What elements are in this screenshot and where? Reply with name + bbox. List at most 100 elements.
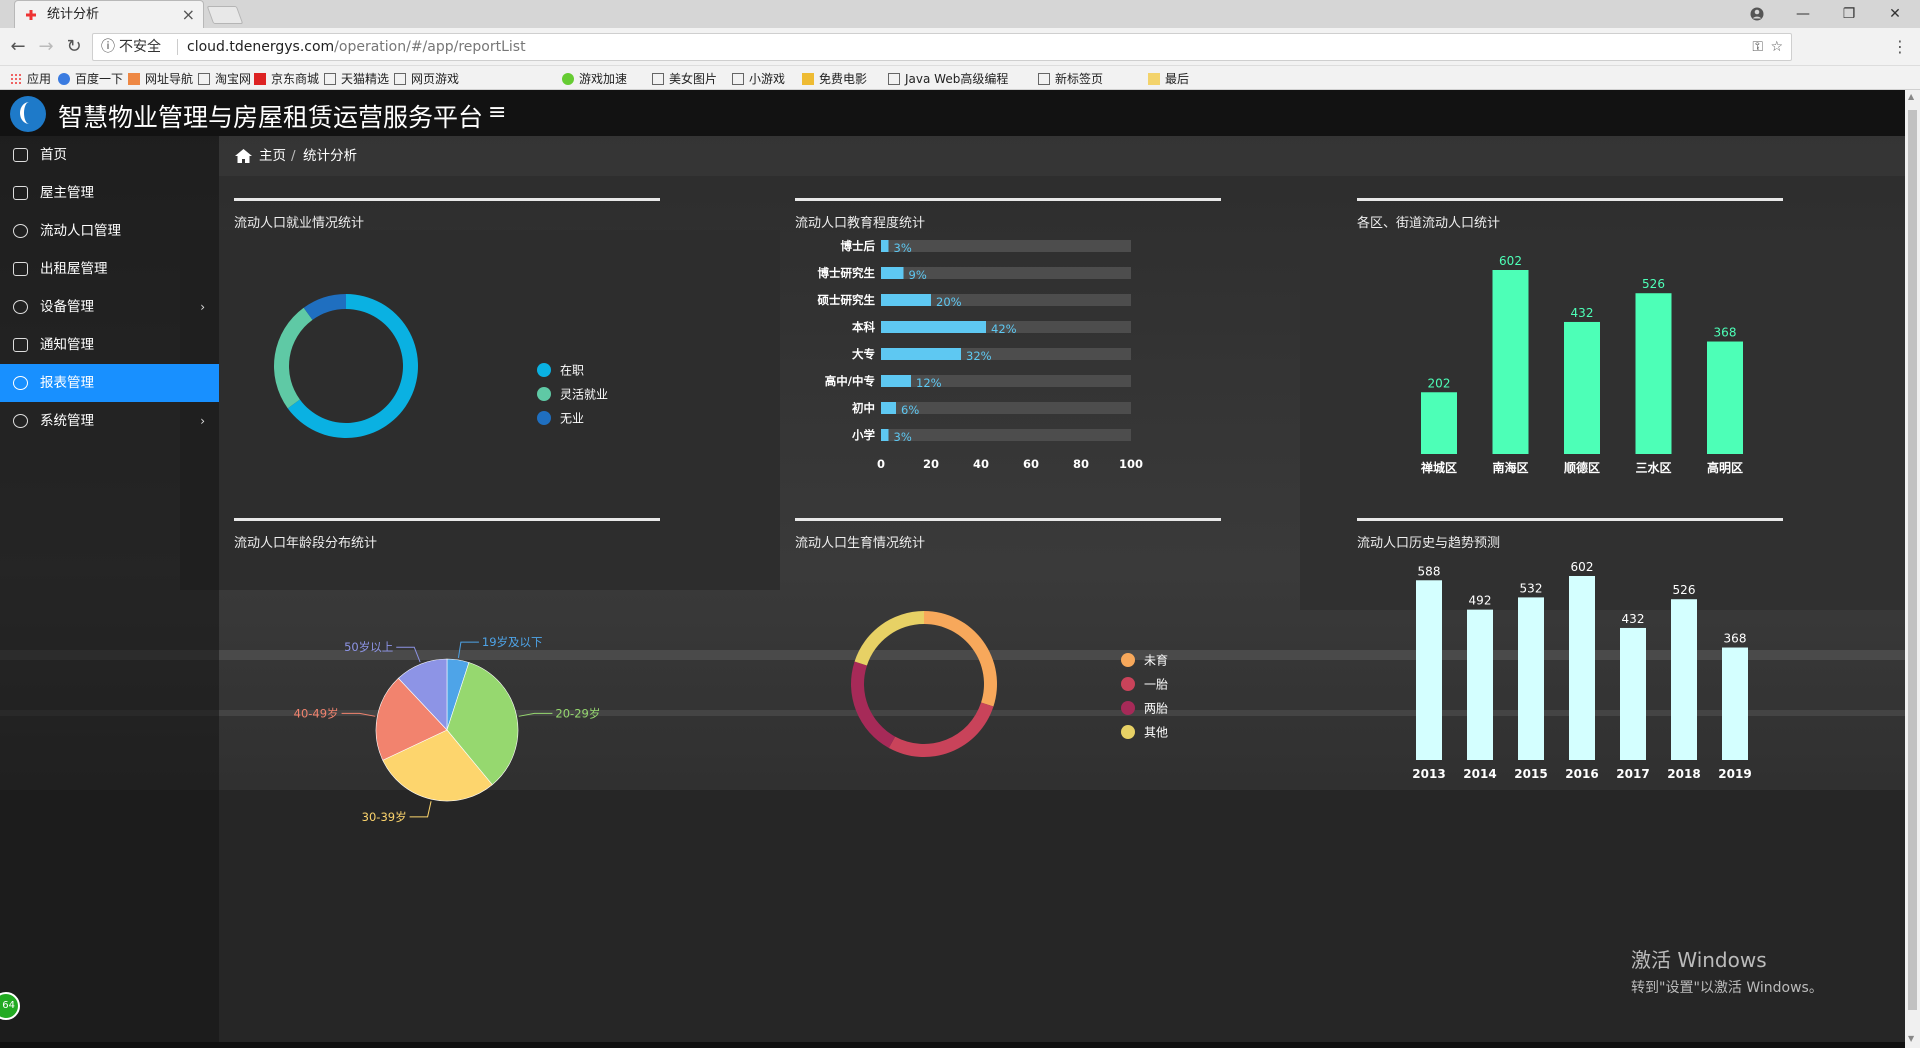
donut-slice: [851, 661, 896, 748]
menu-toggle-icon[interactable]: ≡: [488, 100, 506, 125]
windows-activation-watermark: 激活 Windows 转到"设置"以激活 Windows。: [1631, 944, 1823, 997]
bookmark-item[interactable]: 应用: [10, 70, 51, 87]
browser-tab[interactable]: 统计分析 ×: [14, 0, 204, 28]
tick-label: 100: [1119, 457, 1143, 471]
bar: [1707, 341, 1743, 454]
chevron-right-icon: ›: [200, 414, 205, 428]
page-icon: [732, 73, 744, 85]
label-leader: [396, 646, 421, 663]
slice-label: 40-49岁: [294, 706, 339, 720]
breadcrumb-home[interactable]: 主页: [259, 136, 286, 176]
category-label: 硕士研究生: [818, 293, 876, 307]
legend-marker: [537, 411, 551, 425]
home-icon[interactable]: [235, 149, 252, 163]
page-icon: [198, 73, 210, 85]
url-host: cloud.tdenergys.com: [187, 39, 335, 55]
tick-label: 20: [923, 457, 939, 471]
bookmark-item[interactable]: 游戏加速: [562, 70, 627, 87]
label-leader: [341, 712, 376, 717]
label-leader: [518, 712, 553, 717]
favicon-icon: [26, 10, 36, 20]
bookmark-item[interactable]: 美女图片: [652, 70, 717, 87]
legend-marker: [1121, 701, 1135, 715]
sidebar-item-floating-population[interactable]: 流动人口管理: [0, 212, 219, 250]
page-icon: [652, 73, 664, 85]
sidebar-item-system[interactable]: 系统管理 ›: [0, 402, 219, 440]
info-icon[interactable]: ⓘ: [101, 34, 115, 60]
jd-icon: [254, 73, 266, 85]
tick-label: 80: [1073, 457, 1089, 471]
forward-icon[interactable]: →: [34, 36, 58, 57]
tab-title: 统计分析: [47, 7, 100, 22]
bookmark-item[interactable]: 天猫精选: [324, 70, 389, 87]
restore-button[interactable]: ❐: [1826, 0, 1872, 28]
data-label: 32%: [966, 349, 992, 363]
url-input[interactable]: ⓘ 不安全 cloud.tdenergys.com/operation/#/ap…: [92, 33, 1792, 61]
scrollbar-thumb[interactable]: [1908, 110, 1917, 1010]
data-label: 3%: [894, 241, 912, 255]
label-leader: [457, 641, 479, 658]
back-icon[interactable]: ←: [6, 36, 30, 57]
bar-track: [881, 429, 1131, 441]
bookmark-item[interactable]: 新标签页: [1038, 70, 1103, 87]
category-label: 博士后: [841, 239, 876, 253]
settings-icon: [13, 414, 28, 428]
sidebar-item-label: 屋主管理: [40, 185, 94, 201]
education-chart: 博士后 3% 博士研究生 9% 硕士研究生 20% 本科 42% 大专 32% 高中/中专 12% 初中…: [818, 239, 1144, 471]
taskbar-strip: [0, 1042, 1905, 1048]
data-label: 492: [1469, 594, 1492, 608]
browser-menu-icon[interactable]: ⋮: [1892, 37, 1908, 56]
building-icon: [13, 262, 28, 276]
megaphone-icon: [13, 338, 28, 352]
scroll-down-icon[interactable]: ▼: [1908, 1034, 1914, 1043]
sidebar-item-owner[interactable]: 屋主管理: [0, 174, 219, 212]
bookmark-item[interactable]: 淘宝网: [198, 70, 251, 87]
legend-label: 在职: [560, 364, 584, 378]
app-header: 智慧物业管理与房屋租赁运营服务平台 ≡: [0, 90, 1905, 136]
legend-label: 灵活就业: [560, 388, 608, 402]
tab-close-icon[interactable]: ×: [182, 1, 195, 29]
movie-icon: [802, 73, 814, 85]
bookmark-star-icon[interactable]: ☆: [1770, 34, 1783, 60]
bookmark-item[interactable]: 百度一下: [58, 70, 123, 87]
sidebar-item-label: 首页: [40, 147, 67, 163]
users-icon: [13, 224, 28, 238]
close-window-button[interactable]: ✕: [1872, 0, 1918, 28]
sidebar-item-home[interactable]: 首页: [0, 136, 219, 174]
bookmark-item[interactable]: 小游戏: [732, 70, 785, 87]
watermark-title: 激活 Windows: [1631, 948, 1767, 972]
id-card-icon: [13, 186, 28, 200]
bookmark-item[interactable]: 最后: [1148, 70, 1189, 87]
category-label: 三水区: [1635, 460, 1671, 475]
sidebar-item-label: 流动人口管理: [40, 223, 121, 239]
new-tab-button[interactable]: [206, 6, 244, 24]
sidebar-item-rental[interactable]: 出租屋管理: [0, 250, 219, 288]
insecure-label[interactable]: 不安全: [119, 34, 161, 60]
address-bar-row: ← → ↻ ⓘ 不安全 cloud.tdenergys.com/operatio…: [0, 28, 1920, 66]
bookmark-item[interactable]: Java Web高级编程: [888, 70, 1008, 87]
profile-icon[interactable]: [1734, 0, 1780, 28]
key-icon[interactable]: ⚿: [1752, 34, 1763, 60]
data-label: 12%: [916, 376, 942, 390]
minimize-button[interactable]: —: [1780, 0, 1826, 28]
panel-district: 各区、街道流动人口统计 202 禅城区 602 南海区 432 顺德区 526 三水区 368 高…: [1357, 198, 1783, 498]
legend-marker: [1121, 653, 1135, 667]
bookmark-item[interactable]: 京东商城: [254, 70, 319, 87]
data-label: 368: [1724, 632, 1747, 646]
bookmark-item[interactable]: 免费电影: [802, 70, 867, 87]
sidebar-item-reports[interactable]: 报表管理: [0, 364, 219, 402]
data-label: 532: [1520, 581, 1543, 595]
page-scrollbar[interactable]: ▲ ▼: [1905, 90, 1920, 1048]
bookmark-item[interactable]: 网页游戏: [394, 70, 459, 87]
reload-icon[interactable]: ↻: [62, 36, 86, 57]
bookmark-item[interactable]: 网址导航: [128, 70, 193, 87]
scroll-up-icon[interactable]: ▲: [1908, 92, 1914, 101]
sidebar-item-notices[interactable]: 通知管理: [0, 326, 219, 364]
panel-age: 流动人口年龄段分布统计 19岁及以下 20-29岁 30-39岁 40-49岁 50岁以…: [234, 518, 660, 824]
sidebar-item-label: 通知管理: [40, 337, 94, 353]
sidebar-item-devices[interactable]: 设备管理 ›: [0, 288, 219, 326]
data-label: 3%: [894, 430, 912, 444]
home-icon: [13, 148, 28, 162]
district-chart: 202 禅城区 602 南海区 432 顺德区 526 三水区 368 高明区: [1420, 254, 1743, 475]
data-label: 432: [1622, 612, 1645, 626]
